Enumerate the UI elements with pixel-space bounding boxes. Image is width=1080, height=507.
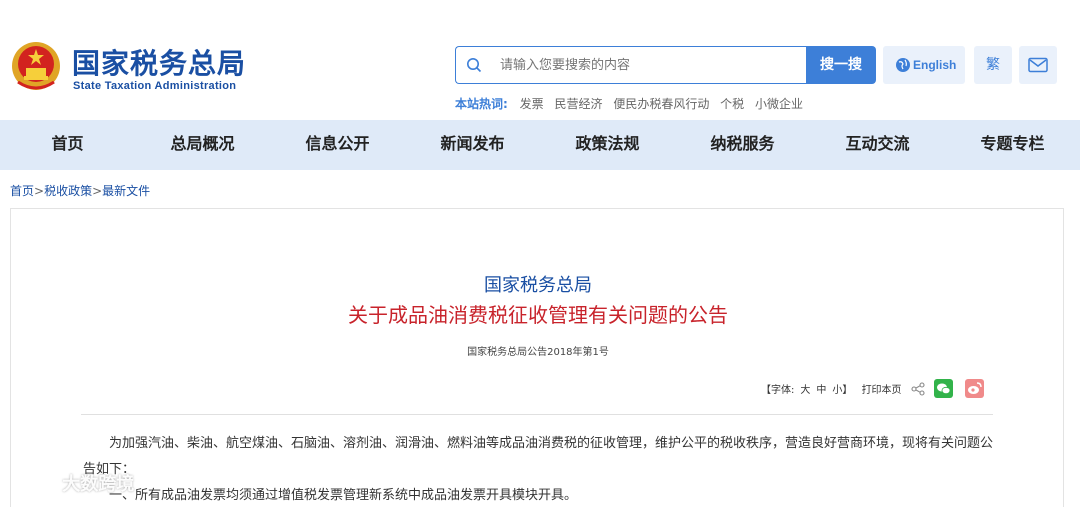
search-box	[455, 46, 808, 84]
site-header: 国家税务总局 State Taxation Administration 搜一搜…	[0, 0, 1080, 120]
hot-word-link[interactable]: 个税	[720, 97, 744, 111]
mail-icon	[1028, 57, 1048, 73]
article-panel: 国家税务总局 关于成品油消费税征收管理有关问题的公告 国家税务总局公告2018年…	[10, 208, 1064, 507]
wechat-icon	[936, 383, 951, 395]
article-tools: 【字体: 大中小】 打印本页	[761, 379, 985, 399]
hot-word-link[interactable]: 发票	[520, 97, 544, 111]
font-large-button[interactable]: 大	[800, 381, 810, 396]
nav-item-overview[interactable]: 总局概况	[135, 120, 270, 170]
hot-word-link[interactable]: 民营经济	[554, 97, 602, 111]
article-issuer: 国家税务总局	[484, 275, 592, 296]
search-button[interactable]: 搜一搜	[806, 46, 876, 84]
nav-item-special-topics[interactable]: 专题专栏	[945, 120, 1080, 170]
site-logo-subtitle[interactable]: State Taxation Administration	[73, 80, 236, 92]
search-icon	[467, 58, 482, 73]
nav-item-taxpayer-service[interactable]: 纳税服务	[675, 120, 810, 170]
national-emblem-icon[interactable]	[10, 38, 62, 94]
globe-icon	[896, 58, 910, 72]
nav-item-policy[interactable]: 政策法规	[540, 120, 675, 170]
breadcrumb: 首页>税收政策>最新文件	[10, 182, 150, 199]
hot-word-link[interactable]: 小微企业	[755, 97, 803, 111]
article-doc-number: 国家税务总局公告2018年第1号	[467, 347, 609, 358]
print-button[interactable]: 打印本页	[862, 381, 902, 396]
english-button-label: English	[913, 58, 957, 72]
wechat-share-button[interactable]	[933, 379, 953, 398]
font-small-button[interactable]: 小】	[832, 381, 852, 396]
traditional-chinese-button[interactable]: 繁	[974, 46, 1012, 84]
breadcrumb-separator: >	[34, 184, 45, 198]
nav-item-disclosure[interactable]: 信息公开	[270, 120, 405, 170]
english-button[interactable]: English	[883, 46, 965, 84]
hot-word-link[interactable]: 便民办税春风行动	[613, 97, 709, 111]
breadcrumb-home[interactable]: 首页	[10, 184, 34, 198]
weibo-share-button[interactable]	[965, 379, 985, 398]
search-input[interactable]	[500, 47, 800, 83]
hot-words-label: 本站热词:	[455, 97, 508, 111]
nav-item-interaction[interactable]: 互动交流	[810, 120, 945, 170]
site-logo-title[interactable]: 国家税务总局	[72, 42, 246, 82]
article-paragraph: 一、所有成品油发票均须通过增值税发票管理新系统中成品油发票开具模块开具。	[109, 488, 578, 503]
breadcrumb-separator: >	[92, 184, 103, 198]
nav-item-news[interactable]: 新闻发布	[405, 120, 540, 170]
mail-button[interactable]	[1019, 46, 1057, 84]
hot-words: 本站热词: 发票 民营经济 便民办税春风行动 个税 小微企业	[455, 95, 810, 112]
weibo-icon	[968, 382, 982, 394]
main-nav: 首页 总局概况 信息公开 新闻发布 政策法规 纳税服务 互动交流 专题专栏	[0, 120, 1080, 170]
article-divider	[81, 414, 993, 415]
article-paragraph: 为加强汽油、柴油、航空煤油、石脑油、溶剂油、润滑油、燃料油等成品油消费税的征收管…	[83, 436, 994, 477]
share-icon[interactable]	[911, 381, 925, 396]
watermark-logo-icon	[11, 475, 49, 493]
breadcrumb-tax-policy[interactable]: 税收政策	[44, 184, 92, 198]
watermark-text: 大数跨境	[62, 474, 135, 495]
breadcrumb-latest-files[interactable]: 最新文件	[102, 184, 150, 198]
font-medium-button[interactable]: 中	[816, 381, 826, 396]
watermark: 大数跨境	[8, 470, 134, 498]
nav-item-home[interactable]: 首页	[0, 120, 135, 170]
article-title: 关于成品油消费税征收管理有关问题的公告	[348, 303, 728, 327]
font-size-label: 【字体:	[761, 385, 795, 396]
